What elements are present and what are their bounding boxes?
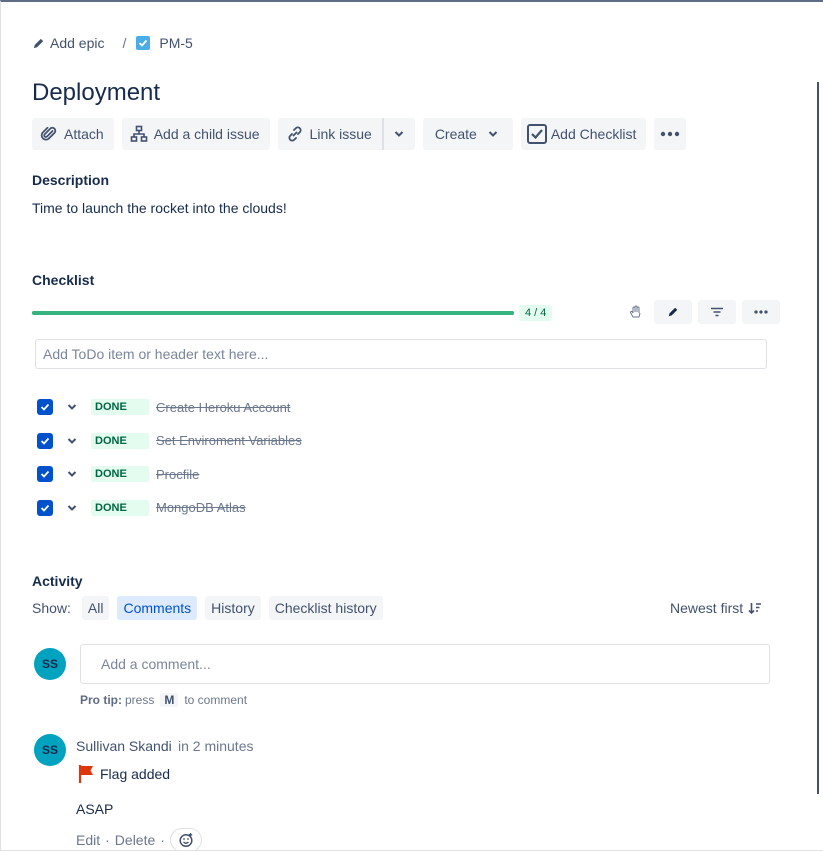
checklist-progress-label: 4 / 4 [519,305,553,321]
filter-checklist-button[interactable] [698,300,736,324]
add-todo-placeholder: Add ToDo item or header text here... [43,346,269,362]
checklist-item: DONE Create Heroku Account [37,397,302,417]
chevron-down-icon [395,131,404,137]
add-checklist-label: Add Checklist [550,126,637,142]
pencil-icon [33,38,44,48]
more-icon [661,131,680,137]
activity-filter: Show: All Comments History Checklist his… [32,596,391,620]
status-badge[interactable]: DONE [91,399,149,415]
checklist-progress-bar [32,311,514,315]
issue-title[interactable]: Deployment [32,79,160,107]
pro-tip-press: press [125,693,155,707]
breadcrumb: Add epic / PM-5 [32,34,193,52]
scrollbar[interactable] [817,82,819,794]
item-checkbox[interactable] [37,432,53,449]
item-checkbox[interactable] [37,466,53,482]
checklist-heading: Checklist [32,272,95,288]
status-badge[interactable]: DONE [91,432,149,449]
filter-comments[interactable]: Comments [117,596,198,620]
hierarchy-icon [130,125,148,142]
comment-timestamp[interactable]: in 2 minutes [178,738,253,754]
link-issue-label: Link issue [309,126,372,142]
checklist-tools [626,300,780,324]
checklist-more-button[interactable] [742,300,780,324]
activity-heading: Activity [32,573,83,589]
checklist-icon [526,124,547,144]
attach-label: Attach [64,126,104,142]
item-checkbox[interactable] [37,399,53,415]
checklist-items: DONE Create Heroku Account DONE Set Envi… [37,397,302,531]
chevron-down-icon[interactable] [67,403,87,411]
link-issue-dropdown-button[interactable] [381,118,415,150]
delete-comment-link[interactable]: Delete [115,832,155,848]
create-button[interactable]: Create [422,118,513,150]
sort-order-button[interactable]: Newest first [670,600,762,616]
link-icon [288,126,302,142]
chevron-down-icon[interactable] [67,504,87,512]
sort-label: Newest first [670,600,744,616]
pro-tip: Pro tip: press M to comment [80,693,247,707]
flag-added: Flag added [78,764,170,784]
flag-text: Flag added [100,766,171,782]
show-label: Show: [32,600,71,616]
add-epic-link[interactable]: Add epic [50,35,104,51]
description-heading: Description [32,172,110,188]
item-label[interactable]: MongoDB Atlas [156,500,246,515]
item-checkbox[interactable] [37,499,53,516]
link-issue-button[interactable]: Link issue [277,118,382,150]
item-label[interactable]: Set Enviroment Variables [156,433,302,448]
create-label: Create [434,126,477,142]
avatar[interactable]: SS [34,734,66,766]
issue-toolbar: Attach Add a child issue Link issue Crea… [32,118,694,150]
drag-hand-icon[interactable] [626,300,646,324]
add-checklist-button[interactable]: Add Checklist [520,118,647,150]
issue-key-link[interactable]: PM-5 [159,35,192,51]
checklist-item: DONE Set Enviroment Variables [37,431,302,451]
flag-icon [78,765,93,783]
checklist-progress-fill [32,311,514,315]
description-text[interactable]: Time to launch the rocket into the cloud… [32,200,287,216]
chevron-down-icon [488,131,498,137]
sort-descending-icon [748,603,762,614]
chevron-down-icon[interactable] [67,437,87,445]
add-reaction-button[interactable] [169,828,202,851]
filter-icon [711,307,723,317]
comment-body: ASAP [76,801,114,817]
filter-history[interactable]: History [205,596,261,620]
edit-checklist-button[interactable] [654,300,692,324]
more-icon [754,310,768,314]
status-badge[interactable]: DONE [91,466,149,482]
pro-tip-suffix: to comment [184,693,248,707]
add-child-issue-button[interactable]: Add a child issue [121,118,270,150]
paperclip-icon [40,126,57,141]
avatar: SS [34,648,66,680]
shortcut-key: M [160,693,179,707]
breadcrumb-separator: / [122,35,127,51]
comment-author[interactable]: Sullivan Skandi [76,738,172,754]
comment-actions: Edit · Delete · [76,828,202,851]
filter-all[interactable]: All [81,596,110,620]
separator-dot: · [160,832,165,848]
separator-dot: · [105,832,110,848]
chevron-down-icon[interactable] [67,470,87,478]
item-label[interactable]: Create Heroku Account [156,400,290,415]
emoji-icon [179,833,193,848]
item-label[interactable]: Procfile [156,467,199,482]
comment-placeholder: Add a comment... [101,656,211,672]
checklist-item: DONE Procfile [37,464,302,484]
add-comment-input[interactable]: Add a comment... [80,644,770,684]
task-type-icon [136,36,151,50]
status-badge[interactable]: DONE [91,499,149,516]
add-todo-input[interactable]: Add ToDo item or header text here... [35,339,767,369]
edit-comment-link[interactable]: Edit [76,832,100,848]
filter-checklist-history[interactable]: Checklist history [268,596,383,620]
more-actions-button[interactable] [654,118,687,150]
pro-tip-label: Pro tip: [80,693,122,707]
checklist-item: DONE MongoDB Atlas [37,498,302,518]
pencil-icon [668,307,678,317]
add-child-issue-label: Add a child issue [153,126,260,142]
attach-button[interactable]: Attach [32,118,114,150]
